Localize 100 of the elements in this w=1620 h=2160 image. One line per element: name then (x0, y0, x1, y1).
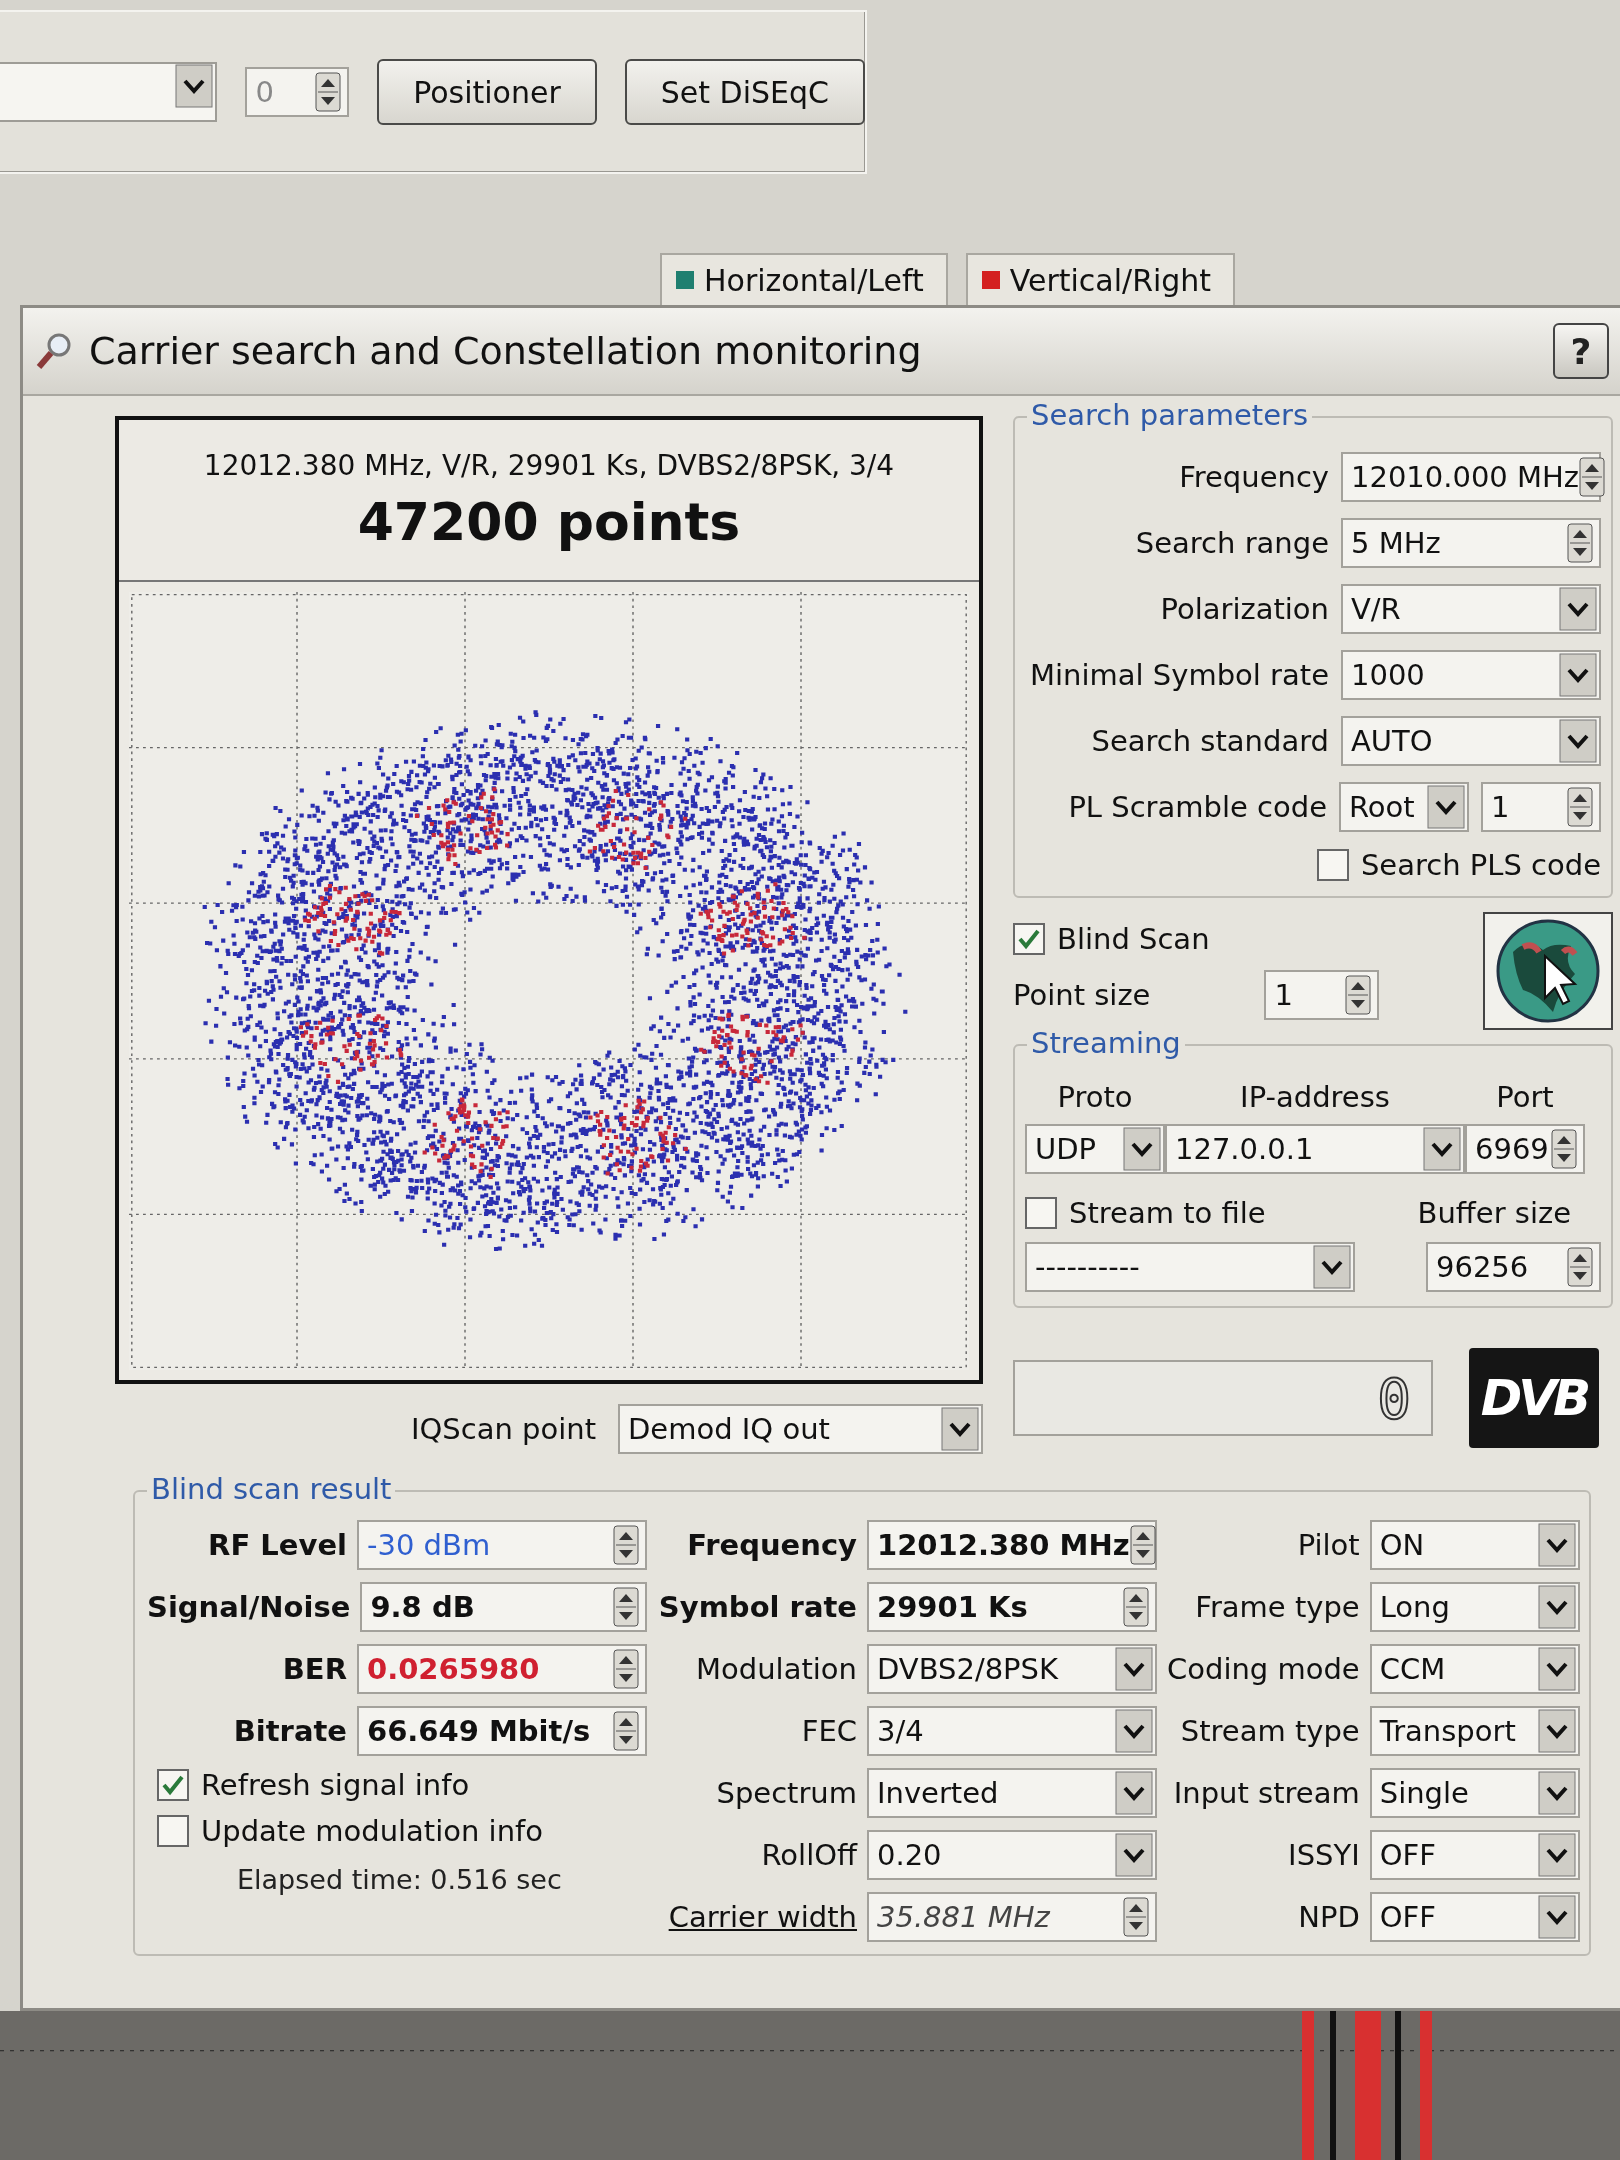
spin-field[interactable]: -30 dBm (357, 1520, 647, 1570)
spinner-icon[interactable] (1567, 787, 1593, 827)
spinner-icon[interactable] (1123, 1587, 1149, 1627)
field-label: Modulation (696, 1652, 857, 1686)
spin-field[interactable]: 96256 (1426, 1242, 1601, 1292)
dropdown-field[interactable]: ---------- (1025, 1242, 1355, 1292)
globe-cursor-icon[interactable] (1483, 912, 1613, 1030)
spinner-icon[interactable] (613, 1649, 639, 1689)
dropdown-caret-icon[interactable] (175, 64, 214, 108)
field-label: Signal/Noise (147, 1590, 351, 1624)
dropdown-caret-icon[interactable] (1115, 1709, 1153, 1753)
checkbox[interactable] (1025, 1197, 1057, 1229)
checkbox-label: Blind Scan (1057, 922, 1210, 956)
field-link[interactable]: Carrier width (668, 1900, 857, 1934)
dropdown-caret-icon[interactable] (1537, 1647, 1576, 1691)
spinner-icon[interactable] (1123, 1897, 1149, 1937)
checkbox-label: Refresh signal info (201, 1768, 470, 1802)
spin-field[interactable]: 9.8 dB (360, 1582, 647, 1632)
column-heading: IP-address (1239, 1080, 1391, 1114)
tab-label: Horizontal/Left (704, 262, 924, 298)
dropdown-field[interactable]: 3/4 (867, 1706, 1157, 1756)
dropdown-field[interactable]: DVBS2/8PSK (867, 1644, 1157, 1694)
dropdown-field[interactable]: Demod IQ out (618, 1404, 983, 1454)
spin-field[interactable]: 35.881 MHz (867, 1892, 1157, 1942)
checkmark-icon (161, 1774, 185, 1796)
toolbar-button[interactable]: Positioner (377, 59, 597, 125)
dropdown-caret-icon[interactable] (1537, 1709, 1576, 1753)
dropdown-caret-icon[interactable] (1537, 1771, 1576, 1815)
dropdown-field[interactable]: 127.0.0.1 (1165, 1124, 1465, 1174)
dropdown-caret-icon[interactable] (1559, 587, 1597, 631)
field-label: PL Scramble code (1068, 790, 1327, 824)
dropdown-field[interactable]: Single (1369, 1768, 1580, 1818)
field-label: Pilot (1297, 1528, 1360, 1562)
checkbox[interactable] (157, 1815, 189, 1847)
dropdown-caret-icon[interactable] (1423, 1127, 1461, 1171)
column-heading: Proto (1056, 1080, 1134, 1114)
dropdown-field[interactable]: Long (1369, 1582, 1580, 1632)
dropdown-field[interactable]: OFF (1369, 1830, 1580, 1880)
field-label: Frame type (1195, 1590, 1360, 1624)
dropdown-field[interactable]: 1000 (1341, 650, 1601, 700)
dropdown-field[interactable]: Transport (1369, 1706, 1580, 1756)
dropdown-field[interactable]: OFF (1369, 1892, 1580, 1942)
digit-display: 0 (1013, 1360, 1433, 1436)
checkmark-icon (1017, 928, 1041, 950)
dropdown-field[interactable]: Inverted (867, 1768, 1157, 1818)
dropdown-field[interactable]: UDP (1025, 1124, 1165, 1174)
dropdown-caret-icon[interactable] (1115, 1771, 1153, 1815)
dropdown-caret-icon[interactable] (1537, 1833, 1576, 1877)
dropdown-caret-icon[interactable] (1537, 1523, 1576, 1567)
spin-field[interactable]: 29901 Ks (867, 1582, 1157, 1632)
dropdown-caret-icon[interactable] (1537, 1585, 1576, 1629)
spin-field[interactable]: 6969 (1465, 1124, 1585, 1174)
spinner-icon[interactable] (1129, 1525, 1156, 1565)
spinner-icon[interactable] (1345, 975, 1372, 1015)
checkbox[interactable] (157, 1769, 189, 1801)
dropdown-caret-icon[interactable] (1123, 1127, 1161, 1171)
dropdown-caret-icon[interactable] (1537, 1895, 1576, 1939)
dropdown-caret-icon[interactable] (1115, 1833, 1153, 1877)
field-label: Minimal Symbol rate (1030, 658, 1329, 692)
spinner-icon[interactable] (613, 1587, 639, 1627)
spinner-icon[interactable] (1567, 523, 1593, 563)
spinner-icon[interactable] (1579, 457, 1606, 497)
spinner-icon[interactable] (1551, 1129, 1577, 1169)
checkbox[interactable] (1316, 849, 1349, 881)
polarization-tab[interactable]: Horizontal/Left (660, 253, 948, 305)
spinner-icon[interactable] (1567, 1247, 1593, 1287)
dropdown-caret-icon[interactable] (1115, 1647, 1153, 1691)
dropdown-field[interactable]: Root (1339, 782, 1469, 832)
dropdown-caret-icon[interactable] (941, 1407, 979, 1451)
dropdown-field[interactable]: ON (1369, 1520, 1580, 1570)
spin-field[interactable]: 12012.380 MHz (867, 1520, 1157, 1570)
checkbox[interactable] (1013, 923, 1045, 955)
spin-field[interactable]: 5 MHz (1341, 518, 1601, 568)
dropdown-caret-icon[interactable] (1559, 653, 1597, 697)
spinner-icon[interactable] (613, 1525, 639, 1565)
field-label: Frequency (1179, 460, 1329, 494)
dropdown-field[interactable] (0, 62, 218, 122)
checkbox-label: Update modulation info (201, 1814, 543, 1848)
checkbox-label: Stream to file (1069, 1196, 1266, 1230)
spin-field[interactable]: 66.649 Mbit/s (357, 1706, 647, 1756)
dropdown-field[interactable]: CCM (1369, 1644, 1580, 1694)
spinner-icon[interactable] (613, 1711, 639, 1751)
toolbar-button[interactable]: Set DiSEqC (624, 59, 865, 125)
help-button[interactable]: ? (1553, 323, 1609, 379)
field-label: RF Level (208, 1528, 347, 1562)
dropdown-caret-icon[interactable] (1427, 785, 1465, 829)
polarization-tab[interactable]: Vertical/Right (965, 253, 1236, 305)
dropdown-field[interactable]: 0.20 (867, 1830, 1157, 1880)
spinner-icon[interactable] (315, 72, 342, 112)
field-label: Search standard (1091, 724, 1329, 758)
spin-field[interactable]: 1 (1481, 782, 1601, 832)
spin-field[interactable]: 0.0265980 (357, 1644, 647, 1694)
dropdown-caret-icon[interactable] (1313, 1245, 1351, 1289)
dropdown-field[interactable]: AUTO (1341, 716, 1601, 766)
dropdown-caret-icon[interactable] (1559, 719, 1597, 763)
dropdown-field[interactable]: V/R (1341, 584, 1601, 634)
spin-field[interactable]: 1 (1264, 970, 1380, 1020)
field-label: Polarization (1160, 592, 1329, 626)
window-title: Carrier search and Constellation monitoring (89, 329, 922, 373)
field-label: Buffer size (1417, 1196, 1571, 1230)
